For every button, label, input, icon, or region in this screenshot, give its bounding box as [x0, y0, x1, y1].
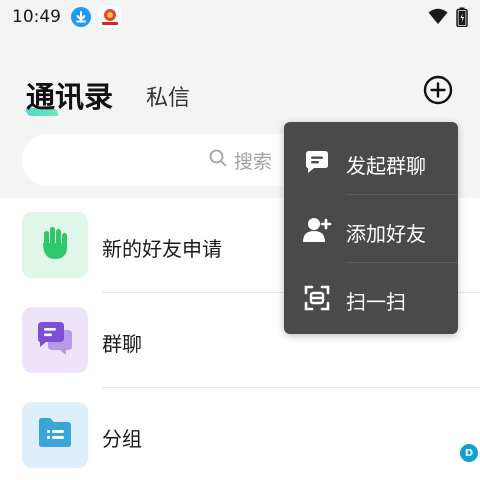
download-icon	[71, 7, 91, 27]
app-icon	[99, 6, 121, 28]
list-item-label: 新的好友申请	[102, 237, 222, 261]
chat-bubbles-icon	[34, 318, 76, 362]
chat-bubble-icon	[302, 148, 332, 176]
tab-messages[interactable]: 私信	[146, 80, 190, 112]
thumb-new-friends	[22, 212, 88, 278]
add-user-icon	[302, 216, 332, 244]
list-item-groups[interactable]: 分组	[0, 388, 480, 480]
status-bar: 10:49	[0, 0, 480, 34]
scan-icon	[302, 284, 332, 312]
menu-item-add-friend[interactable]: 添加好友	[284, 194, 458, 264]
wifi-icon	[428, 8, 448, 30]
status-time: 10:49	[12, 7, 61, 27]
hand-wave-icon	[35, 223, 75, 267]
list-item-label: 分组	[102, 427, 142, 451]
plus-circle-icon	[422, 74, 454, 110]
tab-contacts[interactable]: 通讯录	[26, 74, 113, 116]
menu-item-scan[interactable]: 扫一扫	[284, 262, 458, 332]
search-placeholder: 搜索	[233, 150, 272, 173]
thumb-groups	[22, 402, 88, 468]
menu-item-start-group-chat[interactable]: 发起群聊	[284, 126, 458, 196]
folder-icon	[35, 415, 75, 455]
add-button[interactable]	[422, 74, 454, 110]
header: 通讯录 私信	[0, 62, 480, 122]
menu-item-label: 扫一扫	[346, 290, 406, 314]
search-icon	[208, 148, 228, 173]
menu-item-label: 发起群聊	[346, 154, 426, 178]
menu-item-label: 添加好友	[346, 222, 426, 246]
popup-menu: 发起群聊 添加好友 扫一扫	[284, 122, 458, 334]
battery-icon	[456, 7, 468, 31]
floating-badge[interactable]: D	[460, 444, 478, 462]
thumb-group-chats	[22, 307, 88, 373]
list-item-label: 群聊	[102, 332, 142, 356]
